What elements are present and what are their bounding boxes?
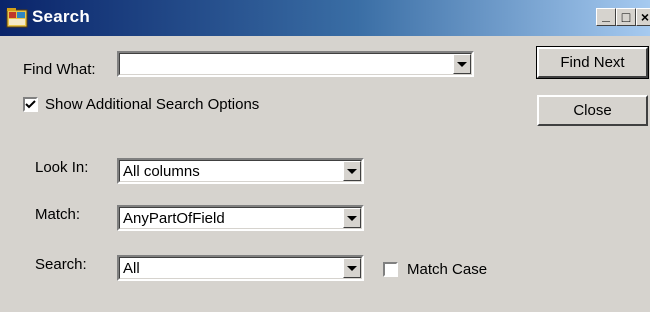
match-combo[interactable]: AnyPartOfField xyxy=(117,205,364,231)
minimize-button[interactable]: _ xyxy=(596,8,616,26)
checkmark-icon xyxy=(25,100,36,109)
look-in-dropdown-button[interactable] xyxy=(343,161,361,181)
maximize-icon: □ xyxy=(621,9,631,25)
close-window-button[interactable]: × xyxy=(636,8,650,26)
close-button[interactable]: Close xyxy=(537,95,648,126)
chevron-down-icon xyxy=(347,168,357,174)
maximize-button[interactable]: □ xyxy=(616,8,636,26)
close-icon: × xyxy=(640,9,650,25)
chevron-down-icon xyxy=(457,61,467,67)
match-case-checkbox[interactable] xyxy=(383,262,398,277)
match-value: AnyPartOfField xyxy=(123,210,225,227)
chevron-down-icon xyxy=(347,265,357,271)
window-title: Search xyxy=(32,7,90,26)
search-scope-combo[interactable]: All xyxy=(117,255,364,281)
find-what-dropdown-button[interactable] xyxy=(453,54,471,74)
find-next-button[interactable]: Find Next xyxy=(536,46,649,79)
find-what-combo[interactable] xyxy=(117,51,474,77)
show-additional-checkbox[interactable] xyxy=(23,97,38,112)
search-scope-value: All xyxy=(123,260,140,277)
title-bar[interactable]: Search _ □ × xyxy=(0,0,650,36)
minimize-icon: _ xyxy=(602,7,610,23)
match-label: Match: xyxy=(35,206,81,223)
match-case-label[interactable]: Match Case xyxy=(407,261,487,278)
chevron-down-icon xyxy=(347,215,357,221)
search-scope-dropdown-button[interactable] xyxy=(343,258,361,278)
look-in-combo[interactable]: All columns xyxy=(117,158,364,184)
look-in-label: Look In: xyxy=(35,159,89,176)
look-in-value: All columns xyxy=(123,163,200,180)
match-dropdown-button[interactable] xyxy=(343,208,361,228)
find-what-label: Find What: xyxy=(23,61,96,78)
search-dialog: Search _ □ × Find What: Find Next Close … xyxy=(0,0,650,312)
show-additional-label[interactable]: Show Additional Search Options xyxy=(45,96,259,113)
search-label: Search: xyxy=(35,256,87,273)
app-icon xyxy=(6,8,28,28)
